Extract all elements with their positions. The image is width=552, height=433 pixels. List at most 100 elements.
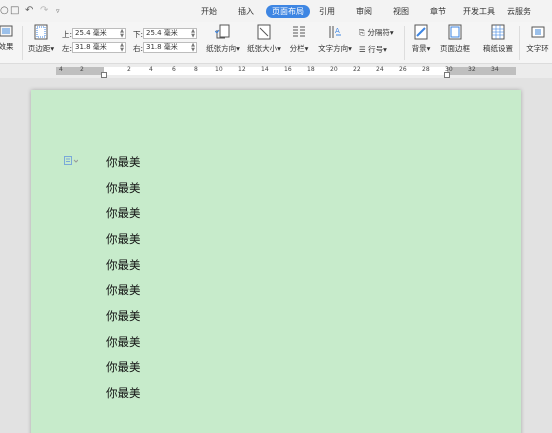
effect-button[interactable]: 效果 — [0, 24, 16, 52]
background-label: 背景▾ — [411, 44, 431, 53]
customize-toolbar-icon[interactable]: ▿ — [56, 6, 60, 16]
horizontal-ruler[interactable]: 4 2 2 4 6 8 10 12 14 16 18 20 22 24 26 2… — [0, 64, 552, 78]
left-margin-input[interactable]: 31.8 毫米 ▲ ▼ — [72, 42, 126, 53]
paper-size-icon — [257, 24, 271, 40]
ruler-number: 2 — [127, 66, 131, 73]
text-line[interactable]: 你最美 — [106, 231, 141, 247]
text-line[interactable]: 你最美 — [106, 359, 141, 375]
spinner-arrows-icon[interactable]: ▲ ▼ — [191, 29, 195, 39]
paper-size-label: 纸张大小▾ — [247, 44, 281, 53]
columns-icon — [293, 26, 305, 37]
page-border-label: 页面边框 — [440, 44, 470, 53]
manuscript-grid-icon — [491, 24, 505, 40]
ribbon-separator — [22, 26, 23, 60]
background-icon — [414, 24, 428, 40]
separator-button[interactable]: ⎘ 分隔符▾ — [359, 27, 394, 38]
text-line[interactable]: 你最美 — [106, 385, 141, 401]
ruler-number: 16 — [284, 66, 292, 73]
svg-text:A: A — [335, 27, 340, 35]
tab-page-layout[interactable]: 页面布局 — [266, 5, 310, 18]
page-border-icon — [448, 24, 462, 40]
text-line[interactable]: 你最美 — [106, 154, 141, 170]
columns-button[interactable]: 分栏▾ — [287, 24, 311, 54]
text-line[interactable]: 你最美 — [106, 257, 141, 273]
ruler-number: 32 — [468, 66, 476, 73]
bottom-margin-label: 下: — [133, 30, 144, 39]
manuscript-settings-label: 稿纸设置 — [483, 44, 513, 53]
ruler-number: 26 — [399, 66, 407, 73]
tab-developer[interactable]: 开发工具 — [459, 5, 499, 18]
text-line[interactable]: 你最美 — [106, 205, 141, 221]
line-number-button[interactable]: ☰ 行号▾ — [359, 44, 387, 55]
right-margin-field: 右: 31.8 毫米 ▲ ▼ — [133, 42, 203, 53]
top-margin-input[interactable]: 25.4 毫米 ▲ ▼ — [72, 28, 126, 39]
text-line[interactable]: 你最美 — [106, 308, 141, 324]
tab-home[interactable]: 开始 — [197, 5, 221, 18]
top-margin-field: 上: 25.4 毫米 ▲ ▼ — [62, 28, 132, 39]
spinner-arrows-icon[interactable]: ▲ ▼ — [120, 29, 124, 39]
paragraph-layout-icon[interactable] — [64, 156, 78, 166]
manuscript-settings-button[interactable]: 稿纸设置 — [480, 24, 516, 54]
paper-size-button[interactable]: 纸张大小▾ — [246, 24, 282, 54]
text-direction-icon: A — [329, 26, 341, 38]
ruler-number: 8 — [194, 66, 198, 73]
document-page[interactable]: 你最美 你最美 你最美 你最美 你最美 你最美 你最美 你最美 你最美 你最美 — [31, 90, 521, 433]
tab-cloud-service[interactable]: 云服务 — [503, 5, 535, 18]
menu-bar: ○ □ ↶ ↷ ▿ 开始 插入 页面布局 引用 审阅 视图 章节 开发工具 云服… — [0, 0, 552, 22]
tab-references[interactable]: 引用 — [315, 5, 339, 18]
margins-button[interactable]: 页边距▾ — [26, 24, 56, 54]
bottom-margin-value: 25.4 毫米 — [146, 29, 178, 37]
right-margin-label: 右: — [133, 44, 144, 53]
text-wrap-button[interactable]: 文字环 — [523, 24, 552, 54]
margins-label: 页边距▾ — [27, 44, 55, 53]
ruler-number: 34 — [491, 66, 499, 73]
ruler-number: 20 — [330, 66, 338, 73]
tab-review[interactable]: 审阅 — [352, 5, 376, 18]
text-wrap-icon — [531, 26, 544, 38]
line-number-label: 行号 — [368, 45, 384, 54]
right-margin-value: 31.8 毫米 — [146, 43, 178, 51]
bottom-margin-input[interactable]: 25.4 毫米 ▲ ▼ — [143, 28, 197, 39]
redo-icon[interactable]: ↷ — [40, 6, 48, 16]
ribbon-separator — [404, 26, 405, 60]
top-margin-value: 25.4 毫米 — [75, 29, 107, 37]
ribbon-toolbar: 效果 页边距▾ 上: 25.4 毫米 ▲ ▼ 左: 31.8 毫米 ▲ ▼ 下: 25.… — [0, 22, 552, 64]
text-line[interactable]: 你最美 — [106, 180, 141, 196]
tab-insert[interactable]: 插入 — [234, 5, 258, 18]
text-wrap-label: 文字环 — [526, 44, 549, 53]
text-line[interactable]: 你最美 — [106, 282, 141, 298]
tab-view[interactable]: 视图 — [389, 5, 413, 18]
line-number-icon: ☰ — [359, 45, 366, 54]
menu-icon[interactable]: ○ — [0, 6, 9, 16]
top-margin-label: 上: — [62, 30, 73, 39]
spinner-arrows-icon[interactable]: ▲ ▼ — [120, 43, 124, 53]
background-button[interactable]: 背景▾ — [408, 24, 434, 54]
ruler-number: 24 — [376, 66, 384, 73]
ribbon-separator — [519, 26, 520, 60]
ruler-number: 22 — [353, 66, 361, 73]
columns-label: 分栏▾ — [289, 44, 309, 53]
tab-chapter[interactable]: 章节 — [426, 5, 450, 18]
document-canvas: 你最美 你最美 你最美 你最美 你最美 你最美 你最美 你最美 你最美 你最美 — [0, 78, 552, 433]
ruler-number: 2 — [80, 66, 84, 73]
undo-icon[interactable]: ↶ — [25, 6, 33, 16]
separator-icon: ⎘ — [359, 28, 365, 37]
right-margin-input[interactable]: 31.8 毫米 ▲ ▼ — [143, 42, 197, 53]
text-direction-button[interactable]: A 文字方向▾ — [316, 24, 354, 54]
left-margin-field: 左: 31.8 毫米 ▲ ▼ — [62, 42, 132, 53]
ruler-number: 4 — [59, 66, 63, 73]
ruler-number: 12 — [238, 66, 246, 73]
bottom-margin-field: 下: 25.4 毫米 ▲ ▼ — [133, 28, 203, 39]
ruler-number: 6 — [172, 66, 176, 73]
spinner-arrows-icon[interactable]: ▲ ▼ — [191, 43, 195, 53]
orientation-button[interactable]: 纸张方向▾ — [205, 24, 241, 54]
orientation-icon — [215, 24, 230, 39]
effect-label: 效果 — [0, 42, 14, 51]
text-line[interactable]: 你最美 — [106, 334, 141, 350]
ruler-number: 18 — [307, 66, 315, 73]
effect-icon — [0, 25, 13, 37]
print-preview-icon[interactable]: □ — [10, 6, 19, 16]
separator-label: 分隔符 — [367, 28, 390, 37]
page-border-button[interactable]: 页面边框 — [438, 24, 472, 54]
ruler-number: 14 — [261, 66, 269, 73]
